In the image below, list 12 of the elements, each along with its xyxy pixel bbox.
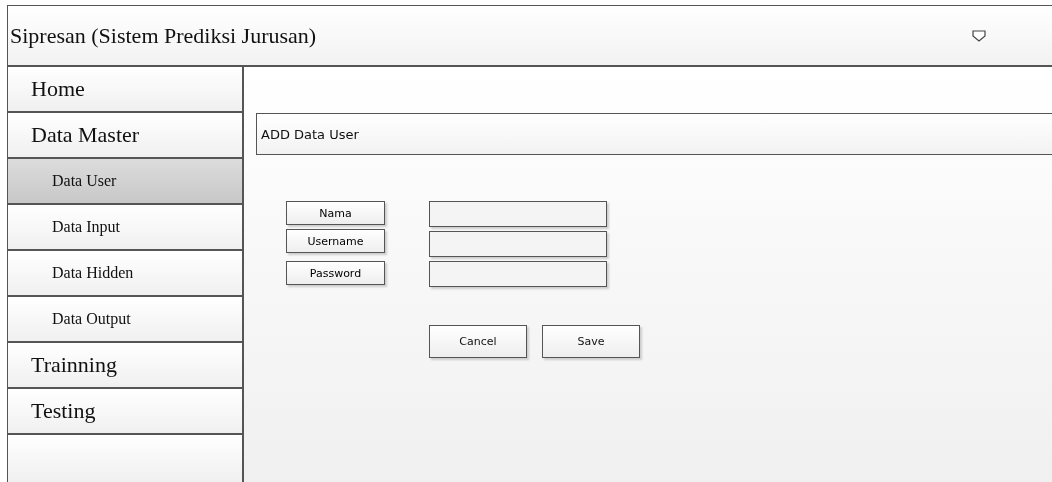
field-label: Password: [286, 261, 385, 285]
app-title: Sipresan (Sistem Prediksi Jurusan): [10, 22, 318, 49]
input-field[interactable]: [429, 201, 607, 227]
sidebar-item[interactable]: Data User: [8, 159, 242, 205]
field-label: Username: [286, 229, 385, 253]
form-button[interactable]: Cancel: [429, 325, 527, 358]
input-field[interactable]: [429, 261, 607, 287]
form-button[interactable]: Save: [542, 325, 640, 358]
dropdown-icon[interactable]: [972, 29, 986, 42]
input-field[interactable]: [429, 231, 607, 257]
field-label: Nama: [286, 201, 385, 225]
panel-title: ADD Data User: [261, 126, 359, 142]
